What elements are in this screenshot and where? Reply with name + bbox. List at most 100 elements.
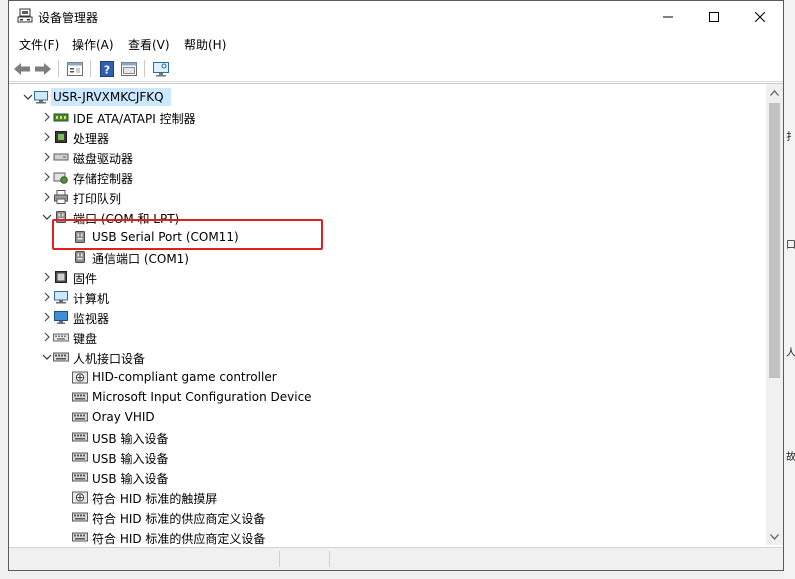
expand-toggle[interactable] (41, 331, 53, 343)
tree-item-label: 磁盘驱动器 (73, 152, 134, 166)
chevron-right-icon (44, 112, 50, 122)
expand-toggle[interactable] (41, 171, 53, 183)
collapse-toggle[interactable] (41, 211, 53, 223)
storage-controller-icon (53, 169, 69, 185)
details-button[interactable] (119, 59, 139, 79)
vertical-scrollbar[interactable] (766, 84, 783, 545)
tree-item-label: 打印队列 (73, 192, 122, 206)
help-button[interactable]: ? (97, 59, 117, 79)
chevron-right-icon (44, 152, 50, 162)
hid-icon (72, 509, 88, 525)
tree-category[interactable]: 存储控制器 (9, 167, 765, 187)
hid-icon (72, 389, 88, 405)
background-text: 人 (786, 348, 795, 359)
menu-action[interactable]: 操作(A) (72, 36, 114, 53)
expand-toggle[interactable] (41, 111, 53, 123)
tree-item-label: Oray VHID (92, 410, 155, 424)
back-arrow-icon (14, 63, 30, 75)
chevron-down-icon (42, 214, 52, 220)
tree-item-label: 符合 HID 标准的触摸屏 (92, 492, 218, 506)
maximize-icon (709, 11, 719, 22)
tree-device[interactable]: Microsoft Input Configuration Device (9, 387, 765, 407)
tree-category[interactable]: 监视器 (9, 307, 765, 327)
background-text: 故 (786, 452, 795, 463)
tree-category[interactable]: 处理器 (9, 127, 765, 147)
forward-button[interactable] (33, 59, 53, 79)
chevron-down-icon (42, 354, 52, 360)
close-button[interactable] (737, 1, 783, 32)
tree-device[interactable]: HID-compliant game controller (9, 367, 765, 387)
tree-category[interactable]: 打印队列 (9, 187, 765, 207)
tree-device[interactable]: 符合 HID 标准的触摸屏 (9, 487, 765, 507)
help-icon: ? (100, 61, 114, 77)
device-manager-window: 设备管理器 文件(F) 操作(A) 查看(V) 帮助(H) ? USR-JRVX… (8, 0, 784, 571)
menu-help[interactable]: 帮助(H) (184, 36, 226, 53)
expand-toggle[interactable] (41, 291, 53, 303)
scroll-down-button[interactable] (766, 528, 783, 545)
background-text: 口 (786, 240, 795, 251)
hid-game-icon (72, 489, 88, 505)
expand-toggle[interactable] (41, 311, 53, 323)
tree-root[interactable]: USR-JRVXMKCJFKQ (9, 87, 765, 107)
tree-item-label: 处理器 (73, 132, 110, 146)
tree-category[interactable]: 固件 (9, 267, 765, 287)
title-bar[interactable]: 设备管理器 (9, 1, 783, 32)
device-tree[interactable]: USR-JRVXMKCJFKQ IDE ATA/ATAPI 控制器 处理器磁盘驱动器… (9, 83, 783, 546)
tree-device[interactable]: USB 输入设备 (9, 467, 765, 487)
chevron-right-icon (44, 292, 50, 302)
port-icon (72, 249, 88, 265)
hid-game-icon (72, 369, 88, 385)
minimize-button[interactable] (645, 1, 691, 32)
expand-toggle[interactable] (41, 271, 53, 283)
tree-device[interactable]: USB 输入设备 (9, 427, 765, 447)
scroll-up-button[interactable] (766, 84, 783, 101)
hid-icon (72, 409, 88, 425)
tree-device[interactable]: 通信端口 (COM1) (9, 247, 765, 267)
tree-device[interactable]: Oray VHID (9, 407, 765, 427)
properties-button[interactable] (65, 59, 85, 79)
tree-item-label: 端口 (COM 和 LPT) (73, 212, 180, 226)
tree-category[interactable]: 磁盘驱动器 (9, 147, 765, 167)
tree-item-label: USB 输入设备 (92, 452, 169, 466)
menu-bar: 文件(F) 操作(A) 查看(V) 帮助(H) (9, 32, 783, 54)
tree-device[interactable]: 符合 HID 标准的供应商定义设备 (9, 507, 765, 527)
monitor-icon (53, 309, 69, 325)
properties-icon (67, 62, 83, 76)
tree-item-label: 键盘 (73, 332, 98, 346)
expand-toggle[interactable] (41, 151, 53, 163)
minimize-icon (663, 16, 673, 17)
chevron-right-icon (44, 312, 50, 322)
scroll-thumb[interactable] (769, 103, 780, 378)
collapse-toggle[interactable] (41, 351, 53, 363)
menu-view[interactable]: 查看(V) (128, 36, 170, 53)
svg-text:?: ? (104, 64, 110, 77)
maximize-button[interactable] (691, 1, 737, 32)
tree-item-label: 人机接口设备 (73, 352, 146, 366)
hid-icon (72, 529, 88, 545)
chevron-right-icon (44, 132, 50, 142)
tree-item-label: 监视器 (73, 312, 110, 326)
tree-device[interactable]: 符合 HID 标准的供应商定义设备 (9, 527, 765, 546)
tree-device[interactable]: USB 输入设备 (9, 447, 765, 467)
tree-item-label: USB 输入设备 (92, 472, 169, 486)
expand-toggle[interactable] (41, 191, 53, 203)
tree-item-label: IDE ATA/ATAPI 控制器 (73, 112, 196, 126)
tree-category[interactable]: 键盘 (9, 327, 765, 347)
tree-category[interactable]: IDE ATA/ATAPI 控制器 (9, 107, 765, 127)
tree-category[interactable]: 端口 (COM 和 LPT) (9, 207, 765, 227)
chevron-right-icon (44, 172, 50, 182)
toolbar: ? (9, 55, 783, 82)
close-icon (755, 11, 765, 22)
tree-category[interactable]: 人机接口设备 (9, 347, 765, 367)
menu-file[interactable]: 文件(F) (19, 36, 59, 53)
disk-drive-icon (53, 149, 69, 165)
window-title: 设备管理器 (38, 11, 99, 25)
hid-icon (72, 429, 88, 445)
tree-device[interactable]: USB Serial Port (COM11) (9, 227, 765, 247)
tree-category[interactable]: 计算机 (9, 287, 765, 307)
expand-toggle[interactable] (41, 131, 53, 143)
tree-item-label: USB 输入设备 (92, 432, 169, 446)
status-divider (279, 551, 280, 567)
back-button[interactable] (12, 59, 32, 79)
scan-hardware-button[interactable] (151, 59, 171, 79)
